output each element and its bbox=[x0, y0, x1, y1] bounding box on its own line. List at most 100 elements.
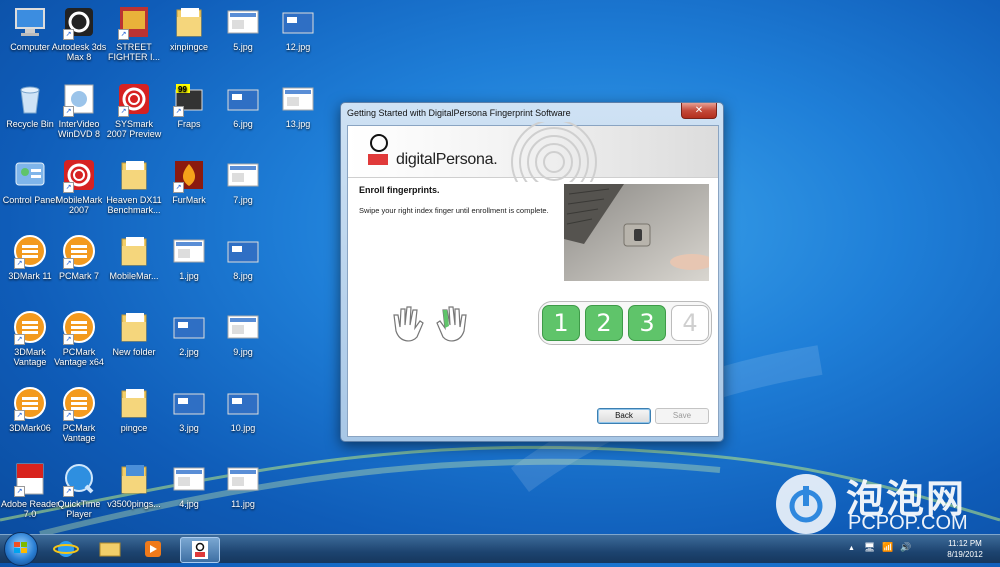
image-file-icon bbox=[281, 5, 315, 39]
desktop-icon[interactable]: v3500pings... bbox=[104, 462, 164, 509]
image-file-icon bbox=[172, 462, 206, 496]
desktop-icon[interactable]: ↗ PCMark 7 bbox=[49, 234, 109, 281]
desktop-icon-label: 2.jpg bbox=[179, 347, 199, 357]
desktop-icon[interactable]: ↗ SYSmark 2007 Preview bbox=[104, 82, 164, 139]
desktop-icon[interactable]: ↗ PCMark Vantage x64 bbox=[49, 310, 109, 367]
save-button[interactable]: Save bbox=[655, 408, 709, 424]
desktop-icon[interactable]: 8.jpg bbox=[213, 234, 273, 281]
desktop-icon-label: STREET FIGHTER I... bbox=[107, 42, 160, 62]
action-center-icon[interactable]: 🖥 bbox=[864, 542, 875, 552]
desktop-icon[interactable]: ↗ FurMark bbox=[159, 158, 219, 205]
watermark-subtext: PCPOP.COM bbox=[848, 512, 968, 534]
adobe-reader-icon: ↗ bbox=[13, 462, 47, 497]
desktop-icon[interactable]: ↗ PCMark Vantage bbox=[49, 386, 109, 443]
desktop-icon-label: SYSmark 2007 Preview bbox=[106, 119, 162, 139]
close-button[interactable]: ✕ bbox=[681, 103, 717, 119]
volume-icon[interactable]: 🔊 bbox=[900, 542, 911, 552]
desktop-icon[interactable]: 6.jpg bbox=[213, 82, 273, 129]
desktop-icon-label: PCMark Vantage x64 bbox=[54, 347, 104, 367]
desktop-icon-label: 5.jpg bbox=[233, 42, 253, 52]
desktop-icon[interactable]: xinpingce bbox=[159, 5, 219, 52]
swipe-photo bbox=[564, 184, 709, 281]
taskbar-explorer-button[interactable] bbox=[91, 537, 129, 561]
desktop-icon[interactable]: ↗ InterVideo WinDVD 8 bbox=[49, 82, 109, 139]
image-file-icon bbox=[172, 386, 206, 420]
desktop-icon[interactable]: ↗ QuickTime Player bbox=[49, 462, 109, 519]
dialog-title: Getting Started with DigitalPersona Fing… bbox=[347, 108, 571, 118]
folder-icon bbox=[117, 386, 151, 420]
digitalpersona-icon bbox=[192, 541, 208, 559]
fingerprint-watermark-icon bbox=[511, 122, 597, 182]
desktop-icon-label: xinpingce bbox=[169, 42, 209, 52]
brand-name: digitalPersona. bbox=[396, 151, 498, 168]
desktop-icon[interactable]: 1.jpg bbox=[159, 234, 219, 281]
desktop-icon-label: 4.jpg bbox=[179, 499, 199, 509]
taskbar-media-player-button[interactable] bbox=[135, 537, 173, 561]
desktop-icon-label: 11.jpg bbox=[231, 499, 255, 509]
hands-diagram bbox=[393, 306, 467, 342]
control-panel-icon bbox=[13, 158, 47, 192]
desktop-icon-label: Fraps bbox=[177, 119, 201, 129]
desktop-icon[interactable]: ↗ STREET FIGHTER I... bbox=[104, 5, 164, 62]
desktop-icon[interactable]: 2.jpg bbox=[159, 310, 219, 357]
taskbar-ie-button[interactable] bbox=[47, 537, 85, 561]
futuremark-icon: ↗ bbox=[62, 310, 96, 345]
game-icon: ↗ bbox=[117, 5, 151, 40]
enrollment-step-complete: 1 bbox=[542, 305, 580, 341]
svg-text:99: 99 bbox=[178, 85, 187, 94]
desktop-icon-label: PCMark Vantage bbox=[62, 423, 96, 443]
desktop-icon[interactable]: 7.jpg bbox=[213, 158, 273, 205]
computer-icon bbox=[13, 5, 47, 39]
enrollment-step-complete: 3 bbox=[628, 305, 666, 341]
desktop-icon-label: MobileMark 2007 bbox=[55, 195, 103, 215]
desktop-icon[interactable]: New folder bbox=[104, 310, 164, 357]
shortcut-arrow-icon: ↗ bbox=[14, 258, 25, 269]
folder-icon bbox=[172, 5, 206, 39]
desktop-icon[interactable]: 11.jpg bbox=[213, 462, 273, 509]
network-icon[interactable]: 📶 bbox=[882, 542, 893, 552]
desktop-icon[interactable]: pingce bbox=[104, 386, 164, 433]
desktop-icon[interactable]: 9.jpg bbox=[213, 310, 273, 357]
watermark-power-icon bbox=[776, 474, 836, 534]
desktop-icon[interactable]: 5.jpg bbox=[213, 5, 273, 52]
back-button[interactable]: Back bbox=[597, 408, 651, 424]
shortcut-arrow-icon: ↗ bbox=[14, 410, 25, 421]
internet-explorer-icon bbox=[53, 541, 79, 557]
desktop-icon-label: 13.jpg bbox=[285, 119, 311, 129]
desktop-icon[interactable]: 10.jpg bbox=[213, 386, 273, 433]
taskbar-digitalpersona-button[interactable] bbox=[180, 537, 220, 563]
futuremark-icon: ↗ bbox=[13, 234, 47, 269]
shortcut-arrow-icon: ↗ bbox=[63, 486, 74, 497]
desktop-icon-label: 7.jpg bbox=[233, 195, 253, 205]
desktop-icon[interactable]: 3.jpg bbox=[159, 386, 219, 433]
desktop-icon[interactable]: MobileMar... bbox=[104, 234, 164, 281]
dialog-body: digitalPersona. Enroll fingerprints. Swi… bbox=[347, 122, 719, 437]
logo-circle-icon bbox=[370, 134, 388, 152]
desktop-icon[interactable]: 4.jpg bbox=[159, 462, 219, 509]
desktop-icon-label: New folder bbox=[112, 347, 156, 357]
shortcut-arrow-icon: ↗ bbox=[63, 29, 74, 40]
shortcut-arrow-icon: ↗ bbox=[63, 258, 74, 269]
clock-time: 11:12 PM bbox=[948, 539, 982, 548]
desktop-icon-label: 12.jpg bbox=[285, 42, 311, 52]
desktop-icon[interactable]: 13.jpg bbox=[268, 82, 328, 129]
shortcut-arrow-icon: ↗ bbox=[118, 106, 129, 117]
desktop-icon[interactable]: ↗ Autodesk 3ds Max 8 bbox=[49, 5, 109, 62]
system-tray: ▲ 🖥 📶 🔊 bbox=[848, 542, 911, 553]
desktop-icon-label: v3500pings... bbox=[107, 499, 161, 509]
image-file-icon bbox=[281, 82, 315, 116]
desktop-icon-label: pingce bbox=[120, 423, 148, 433]
clock[interactable]: 11:12 PM 8/19/2012 bbox=[935, 538, 995, 560]
desktop-icon[interactable]: Heaven DX11 Benchmark... bbox=[104, 158, 164, 215]
desktop-icon-label: PCMark 7 bbox=[58, 271, 99, 281]
folder-icon bbox=[117, 234, 151, 268]
desktop-icon[interactable]: 12.jpg bbox=[268, 5, 328, 52]
furmark-icon: ↗ bbox=[172, 158, 206, 193]
shortcut-arrow-icon: ↗ bbox=[14, 486, 25, 497]
start-button[interactable] bbox=[4, 532, 38, 566]
logo-square-icon bbox=[368, 154, 388, 165]
desktop-icon-label: Heaven DX11 Benchmark... bbox=[106, 195, 162, 215]
show-hidden-icons-icon[interactable]: ▲ bbox=[848, 545, 855, 552]
desktop-icon[interactable]: 99 ↗ Fraps bbox=[159, 82, 219, 129]
desktop-icon[interactable]: ↗ MobileMark 2007 bbox=[49, 158, 109, 215]
